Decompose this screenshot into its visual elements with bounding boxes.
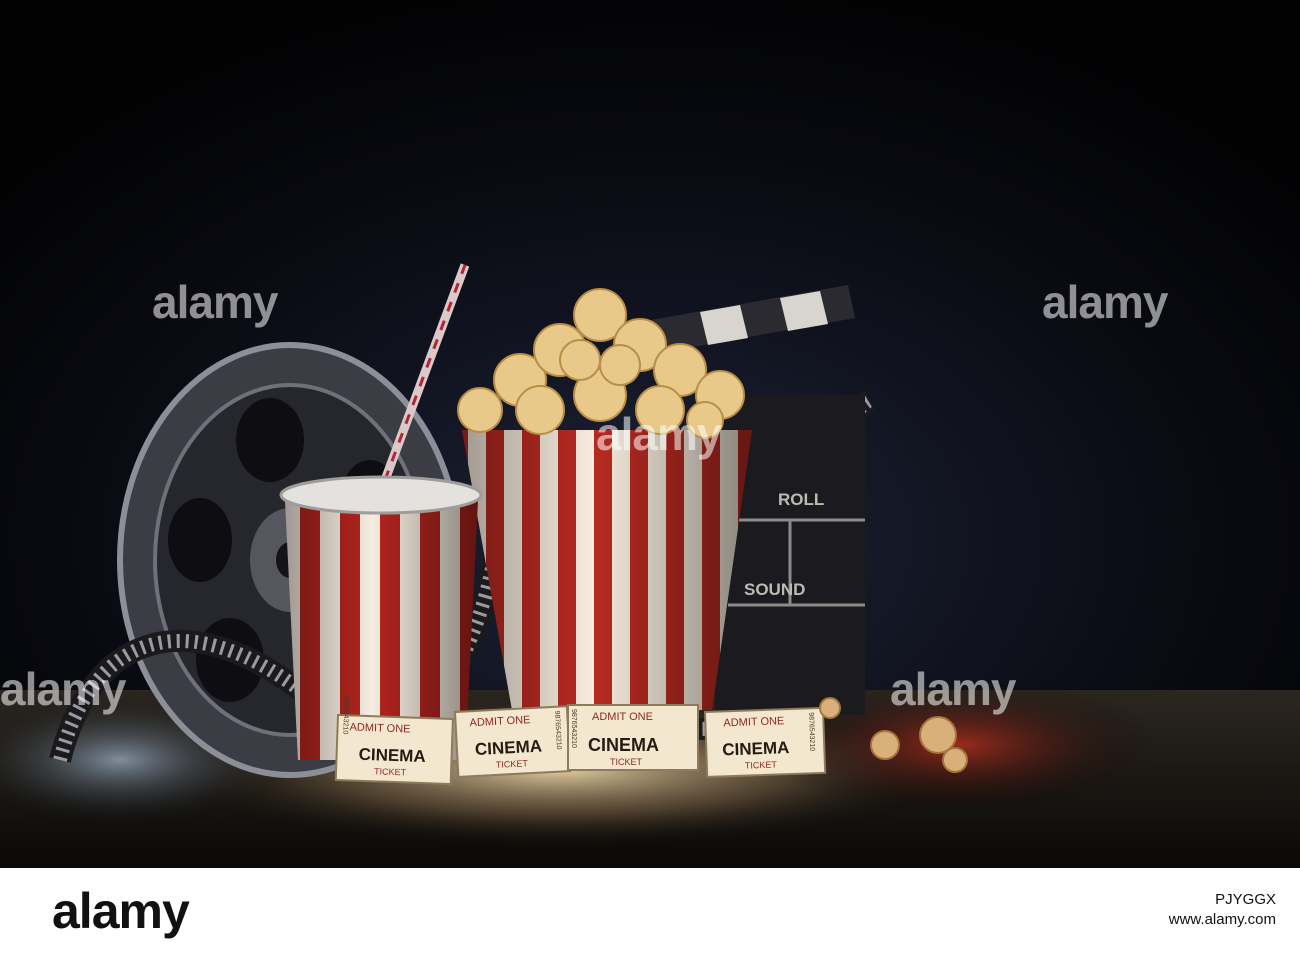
ticket-sub-text: TICKET — [374, 766, 407, 777]
ticket-admit-text: ADMIT ONE — [349, 721, 410, 735]
cinema-still-life-photo: ROLL SOUND ADMIT ONE CINEMA TICKET 98765… — [0, 0, 1300, 868]
ticket-cinema-text: CINEMA — [358, 745, 426, 766]
ticket-3: ADMIT ONE CINEMA TICKET 9876543210 — [567, 704, 699, 771]
ticket-2: ADMIT ONE CINEMA TICKET 9876543210 — [453, 705, 572, 778]
watermark-top-left: alamy — [152, 276, 279, 328]
cup-lid — [279, 475, 483, 515]
watermark-center: alamy — [596, 408, 723, 460]
ticket-cinema-text: CINEMA — [588, 735, 659, 755]
ticket-admit-text: ADMIT ONE — [723, 715, 784, 729]
ticket-serial-text: 9876543210 — [570, 709, 577, 748]
ticket-sub-text: TICKET — [610, 757, 643, 767]
ticket-sub-text: TICKET — [496, 758, 529, 770]
ticket-serial-text: 9876543210 — [341, 695, 349, 734]
watermark-top-right: alamy — [1042, 276, 1169, 328]
stock-photo-frame: ROLL SOUND ADMIT ONE CINEMA TICKET 98765… — [0, 0, 1300, 957]
ticket-4: ADMIT ONE CINEMA TICKET 9876543210 — [703, 706, 827, 778]
stock-footer-bar: alamy PJYGGX www.alamy.com — [0, 868, 1300, 957]
watermark-bottom-right: alamy — [890, 663, 1017, 715]
ticket-admit-text: ADMIT ONE — [592, 711, 653, 723]
ticket-cinema-text: CINEMA — [474, 737, 542, 759]
footer-image-id: PJYGGX — [1215, 891, 1276, 908]
ticket-serial-text: 9876543210 — [807, 712, 815, 751]
footer-site-url: www.alamy.com — [1168, 911, 1276, 928]
ticket-sub-text: TICKET — [745, 760, 778, 771]
clapper-label-roll: ROLL — [778, 490, 824, 509]
clapper-label-sound: SOUND — [744, 580, 805, 599]
ticket-cinema-text: CINEMA — [722, 738, 790, 759]
watermark-bottom-left: alamy — [0, 663, 127, 715]
footer-logo: alamy — [52, 883, 190, 939]
footer-image-info: PJYGGX www.alamy.com — [1169, 890, 1276, 930]
